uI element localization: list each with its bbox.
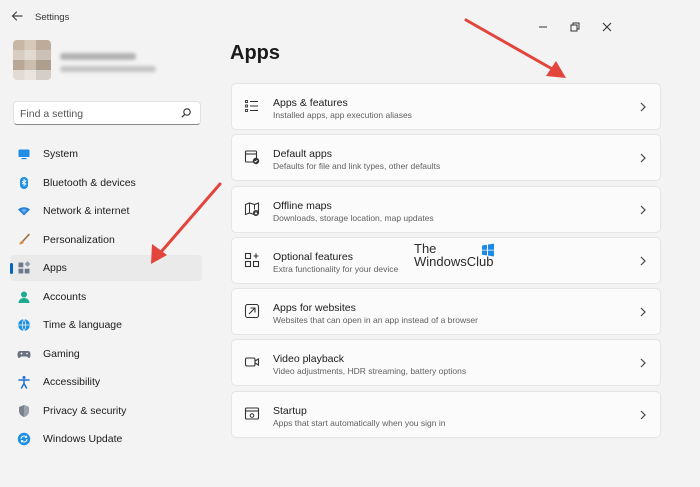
card-apps-for-websites[interactable]: Apps for websites Websites that can open… bbox=[231, 288, 661, 336]
back-arrow-icon[interactable] bbox=[8, 9, 26, 27]
map-icon bbox=[244, 201, 260, 216]
sidebar-item-label: Privacy & security bbox=[43, 404, 127, 417]
sidebar-item-label: Apps bbox=[43, 262, 67, 274]
minimize-icon[interactable] bbox=[535, 19, 551, 35]
open-in-app-icon bbox=[244, 304, 260, 319]
card-subtitle: Extra functionality for your device bbox=[273, 263, 399, 274]
card-subtitle: Apps that start automatically when you s… bbox=[273, 417, 446, 428]
sidebar-item-label: Bluetooth & devices bbox=[43, 176, 136, 189]
update-icon bbox=[17, 432, 31, 446]
card-title: Apps for websites bbox=[273, 302, 356, 315]
chevron-right-icon bbox=[640, 205, 646, 215]
card-offline-maps[interactable]: Offline maps Downloads, storage location… bbox=[231, 185, 661, 233]
sidebar-item-gaming[interactable]: Gaming bbox=[10, 341, 202, 367]
system-icon bbox=[18, 149, 30, 160]
card-title: Apps & features bbox=[273, 97, 348, 109]
accounts-icon bbox=[18, 291, 30, 303]
shield-icon bbox=[19, 404, 29, 417]
bluetooth-icon bbox=[20, 176, 28, 189]
window-title: Settings bbox=[35, 12, 70, 23]
chevron-right-icon bbox=[640, 102, 646, 112]
selected-indicator bbox=[10, 263, 13, 274]
search-input[interactable] bbox=[20, 106, 180, 122]
sidebar-item-label: Personalization bbox=[43, 233, 115, 246]
chevron-right-icon bbox=[640, 410, 646, 420]
sidebar-item-apps[interactable]: Apps bbox=[10, 255, 202, 281]
startup-icon bbox=[244, 407, 260, 420]
card-title: Default apps bbox=[273, 148, 332, 161]
sidebar-item-windows-update[interactable]: Windows Update bbox=[10, 426, 202, 452]
card-title: Video playback bbox=[273, 353, 345, 366]
sidebar-item-label: Gaming bbox=[43, 347, 80, 360]
chevron-right-icon bbox=[640, 307, 646, 317]
sidebar-item-label: Time & language bbox=[43, 319, 122, 331]
accessibility-icon bbox=[18, 376, 30, 389]
sidebar-item-personalization[interactable]: Personalization bbox=[10, 227, 202, 253]
avatar[interactable] bbox=[13, 40, 51, 80]
title-bar: Settings bbox=[0, 0, 700, 36]
sidebar-item-label: Accessibility bbox=[43, 376, 101, 388]
sidebar-item-label: Windows Update bbox=[43, 433, 123, 445]
globe-icon bbox=[18, 318, 30, 332]
card-title: Offline maps bbox=[273, 199, 332, 212]
card-default-apps[interactable]: Default apps Defaults for file and link … bbox=[231, 134, 661, 182]
add-feature-icon bbox=[244, 252, 260, 267]
network-icon bbox=[18, 207, 30, 216]
card-subtitle: Installed apps, app execution aliases bbox=[273, 110, 412, 120]
sidebar-nav: System Bluetooth & devices Network & int… bbox=[10, 141, 202, 455]
list-icon bbox=[245, 100, 258, 112]
sidebar-item-label: System bbox=[43, 148, 79, 160]
video-icon bbox=[244, 357, 260, 368]
card-subtitle: Defaults for file and link types, other … bbox=[273, 161, 441, 172]
watermark: The WindowsClub bbox=[414, 241, 504, 273]
windows-logo-icon bbox=[482, 243, 494, 257]
card-title: Startup bbox=[273, 404, 307, 417]
card-video-playback[interactable]: Video playback Video adjustments, HDR st… bbox=[231, 339, 661, 387]
sidebar-item-system[interactable]: System bbox=[10, 141, 202, 167]
search-icon[interactable] bbox=[180, 107, 192, 119]
sidebar-item-label: Accounts bbox=[43, 290, 87, 303]
chevron-right-icon bbox=[640, 153, 646, 163]
sidebar-item-label: Network & internet bbox=[43, 205, 130, 217]
card-startup[interactable]: Startup Apps that start automatically wh… bbox=[231, 390, 661, 438]
card-apps-features[interactable]: Apps & features Installed apps, app exec… bbox=[231, 83, 661, 130]
gamepad-icon bbox=[17, 350, 31, 358]
card-title: Optional features bbox=[273, 250, 353, 263]
sidebar-item-bluetooth[interactable]: Bluetooth & devices bbox=[10, 170, 202, 196]
default-apps-icon bbox=[244, 150, 260, 165]
apps-icon bbox=[18, 261, 31, 274]
sidebar-item-time-language[interactable]: Time & language bbox=[10, 312, 202, 338]
chevron-right-icon bbox=[640, 256, 646, 266]
account-email-blurred bbox=[60, 66, 156, 72]
card-subtitle: Websites that can open in an app instead… bbox=[273, 315, 478, 326]
sidebar-item-network[interactable]: Network & internet bbox=[10, 198, 202, 224]
account-name-blurred bbox=[60, 53, 136, 60]
brush-icon bbox=[19, 233, 30, 244]
sidebar-item-accessibility[interactable]: Accessibility bbox=[10, 369, 202, 395]
page-title: Apps bbox=[230, 42, 280, 64]
sidebar-item-privacy-security[interactable]: Privacy & security bbox=[10, 398, 202, 424]
close-icon[interactable] bbox=[599, 19, 615, 35]
restore-icon[interactable] bbox=[567, 19, 583, 35]
chevron-right-icon bbox=[640, 359, 646, 368]
card-subtitle: Downloads, storage location, map updates bbox=[273, 212, 434, 223]
card-subtitle: Video adjustments, HDR streaming, batter… bbox=[273, 366, 467, 377]
search-box[interactable] bbox=[13, 101, 201, 125]
sidebar-item-accounts[interactable]: Accounts bbox=[10, 284, 202, 310]
